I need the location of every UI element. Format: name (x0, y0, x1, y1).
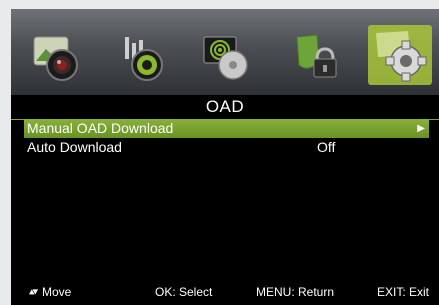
picture-icon[interactable] (30, 31, 84, 83)
menu-item-label: Manual OAD Download (27, 120, 174, 136)
menu-item-label: Auto Download (27, 139, 122, 155)
submenu-arrow-icon: ▶ (417, 123, 425, 134)
key-hint-bar: ▴▾ Move OK: Select MENU: Return EXIT: Ex… (11, 279, 439, 305)
hint-menu-return: MENU: Return (256, 285, 335, 299)
menu-icon-bar (11, 9, 439, 95)
menu-item-auto-download[interactable]: Auto Download Off (11, 138, 439, 157)
lock-icon[interactable] (287, 31, 341, 83)
page-title: OAD (11, 95, 439, 120)
hint-ok-select: OK: Select (155, 285, 213, 299)
menu-item-value: Off (317, 139, 336, 155)
menu-item-manual-oad-download[interactable]: Manual OAD Download ▶ (24, 119, 429, 138)
hint-move: Move (42, 285, 72, 299)
menu-list: Manual OAD Download ▶ Auto Download Off (11, 119, 439, 157)
up-down-arrow-icon: ▴▾ (29, 286, 38, 298)
hint-exit: EXIT: Exit (377, 285, 430, 299)
setup-gear-icon[interactable] (368, 25, 432, 85)
channel-icon[interactable] (200, 31, 254, 83)
sound-icon[interactable] (115, 31, 169, 83)
osd-menu-window: OAD Manual OAD Download ▶ Auto Download … (11, 9, 439, 305)
